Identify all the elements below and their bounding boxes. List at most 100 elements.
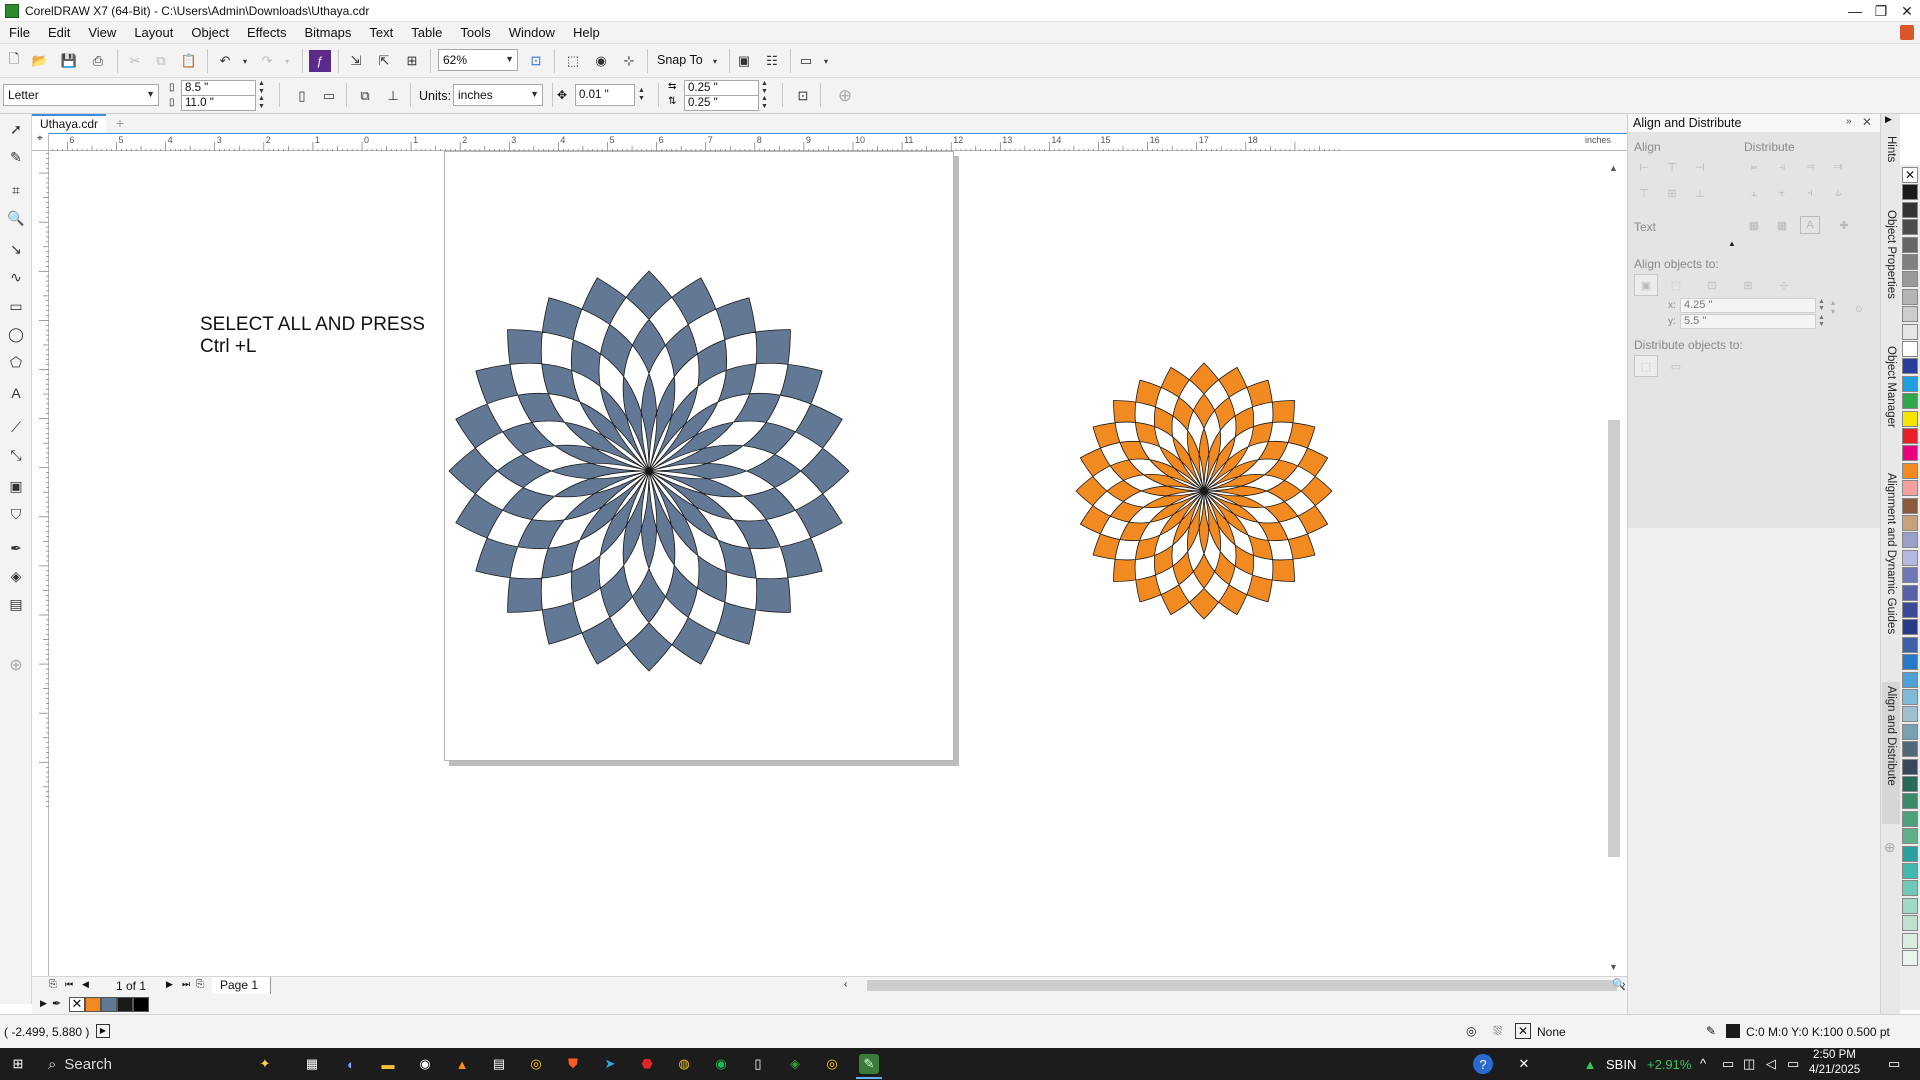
acrobat-icon[interactable]: ⬣ (637, 1054, 657, 1074)
distribute-bottom-icon[interactable]: ⫝ (1828, 184, 1848, 202)
parallel-dimension-tool-icon[interactable]: ⟋ (5, 416, 27, 438)
collapse-section-icon[interactable]: ▲ (1728, 239, 1736, 248)
print-icon[interactable]: ⎙ (87, 50, 109, 72)
page-size-select[interactable]: Letter ▼ (3, 84, 159, 106)
horizontal-scrollbar[interactable] (867, 980, 1617, 991)
palette-swatch[interactable] (1902, 741, 1918, 758)
doc-swatch-3[interactable] (117, 997, 133, 1012)
menu-effects[interactable]: Effects (238, 22, 296, 44)
palette-swatch[interactable] (1902, 341, 1918, 357)
export-icon[interactable]: ⇱ (373, 50, 395, 72)
drop-shadow-tool-icon[interactable]: ▣ (5, 475, 27, 497)
app-icon[interactable]: ◍ (674, 1054, 694, 1074)
palette-swatch[interactable] (1902, 288, 1918, 305)
palette-swatch[interactable] (1902, 532, 1918, 549)
units-select[interactable]: inches ▼ (453, 84, 543, 106)
chrome-profile-icon[interactable]: ◎ (822, 1054, 842, 1074)
palette-swatch[interactable] (1902, 932, 1918, 949)
blue-flower-pattern[interactable] (429, 251, 869, 691)
tab-hints[interactable]: Hints (1882, 132, 1900, 186)
align-to-point-icon[interactable]: ⊹ (1772, 274, 1796, 296)
doc-swatch-4[interactable] (133, 997, 149, 1012)
palette-swatch[interactable]: ✕ (1902, 167, 1918, 183)
next-page-icon[interactable]: ▶ (166, 979, 173, 990)
vertical-scrollbar[interactable] (1608, 420, 1620, 857)
smart-fill-tool-icon[interactable]: ▤ (5, 593, 27, 615)
palette-expand-icon[interactable]: ▶ (40, 998, 47, 1009)
welcome-screen-icon[interactable]: ▣ (733, 50, 755, 72)
distribute-to-selection-icon[interactable]: ⬚ (1634, 355, 1658, 377)
text-first-baseline-icon[interactable]: ▦ (1744, 216, 1764, 234)
menu-file[interactable]: File (0, 22, 39, 44)
align-center-v-icon[interactable]: ⊞ (1662, 184, 1682, 202)
add-document-tab-icon[interactable]: + (112, 115, 128, 131)
brave-icon[interactable]: ⛊ (563, 1054, 583, 1074)
align-to-page-edge-icon[interactable]: ⬚ (1664, 274, 1688, 296)
current-page-icon[interactable]: ⊥ (382, 85, 404, 107)
align-to-page-center-icon[interactable]: ⊡ (1700, 274, 1724, 296)
save-icon[interactable]: 💾 (58, 50, 80, 72)
options-icon[interactable]: ☷ (761, 50, 783, 72)
launch-dropdown-icon[interactable]: ▾ (815, 50, 837, 72)
copilot-sparkle-icon[interactable]: ✦ (255, 1054, 275, 1074)
distribute-to-page-icon[interactable]: ▭ (1664, 355, 1688, 377)
polygon-tool-icon[interactable]: ⬠ (5, 351, 27, 373)
align-right-icon[interactable]: ⊣ (1690, 158, 1710, 176)
new-document-icon[interactable]: 🗋 (3, 50, 25, 72)
palette-swatch[interactable] (1902, 323, 1918, 340)
notepad-icon[interactable]: ▯ (748, 1054, 768, 1074)
page-height-field[interactable]: 11.0 " (181, 95, 256, 111)
palette-swatch[interactable] (1902, 567, 1918, 584)
text-last-baseline-icon[interactable]: ▦ (1772, 216, 1792, 234)
eyedropper-icon[interactable]: ✒ (52, 997, 61, 1010)
snap-to-dropdown-icon[interactable]: ▾ (704, 50, 726, 72)
transparency-tool-icon[interactable]: ⛉ (5, 503, 27, 525)
menu-bitmaps[interactable]: Bitmaps (295, 22, 360, 44)
doc-swatch-1[interactable] (85, 997, 101, 1012)
palette-swatch[interactable] (1902, 602, 1918, 618)
vertical-ruler[interactable] (32, 151, 49, 976)
menu-help[interactable]: Help (564, 22, 609, 44)
palette-swatch[interactable] (1902, 306, 1918, 323)
tab-alignment-dynamic-guides[interactable]: Alignment and Dynamic Guides (1882, 469, 1900, 674)
duplicate-x-spinner[interactable]: ▲ ▼ (760, 80, 769, 96)
show-grid-icon[interactable]: ⊹ (618, 50, 640, 72)
menu-edit[interactable]: Edit (39, 22, 79, 44)
align-to-active-objects-icon[interactable]: ▣ (1634, 274, 1658, 296)
redo-icon[interactable]: ↷ (256, 50, 278, 72)
palette-swatch[interactable] (1902, 219, 1918, 236)
height-spinner[interactable]: ▲ ▼ (257, 95, 266, 111)
drawing-canvas[interactable]: SELECT ALL AND PRESS Ctrl +L (49, 151, 1614, 976)
zoom-level-select[interactable]: 62% ▼ (438, 49, 518, 71)
clock-date[interactable]: 4/21/2025 (1809, 1064, 1860, 1076)
battery-icon[interactable]: ▭ (1787, 1056, 1799, 1072)
zoom-tool-icon[interactable]: 🔍 (5, 207, 27, 229)
ellipse-tool-icon[interactable]: ◯ (5, 323, 27, 345)
previous-page-icon[interactable]: ◀ (82, 979, 89, 990)
windows-start-icon[interactable]: ⊞ (8, 1054, 28, 1074)
palette-swatch[interactable] (1902, 236, 1918, 253)
palette-swatch[interactable] (1902, 915, 1918, 932)
palette-swatch[interactable] (1902, 497, 1918, 514)
network-icon[interactable]: ◫ (1743, 1056, 1755, 1072)
palette-swatch[interactable] (1902, 480, 1918, 497)
duplicate-distance-y-field[interactable]: 0.25 " (684, 95, 759, 111)
menu-text[interactable]: Text (360, 22, 402, 44)
full-screen-preview-icon[interactable]: ⬚ (562, 50, 584, 72)
crop-tool-icon[interactable]: ⌗ (5, 179, 27, 201)
copy-icon[interactable]: ⧉ (150, 50, 172, 72)
publish-pdf-icon[interactable]: ⊞ (401, 50, 423, 72)
task-view-icon[interactable]: ▦ (302, 1054, 322, 1074)
cut-icon[interactable]: ✂ (124, 50, 146, 72)
nudge-distance-field[interactable]: 0.01 " (575, 84, 635, 106)
chrome-icon[interactable]: ◎ (526, 1054, 546, 1074)
volume-icon[interactable]: ◁ (1766, 1056, 1776, 1072)
palette-swatch[interactable] (1902, 636, 1918, 653)
palette-swatch[interactable] (1902, 897, 1918, 914)
align-left-icon[interactable]: ⊢ (1634, 158, 1654, 176)
distribute-spacing-h-icon[interactable]: ⫤ (1800, 158, 1820, 176)
maximize-button[interactable]: ❐ (1868, 0, 1894, 22)
artistic-media-tool-icon[interactable]: ∿ (5, 266, 27, 288)
add-property-icon[interactable]: ⊕ (834, 85, 856, 107)
zoom-fit-icon[interactable]: ⊡ (525, 50, 547, 72)
